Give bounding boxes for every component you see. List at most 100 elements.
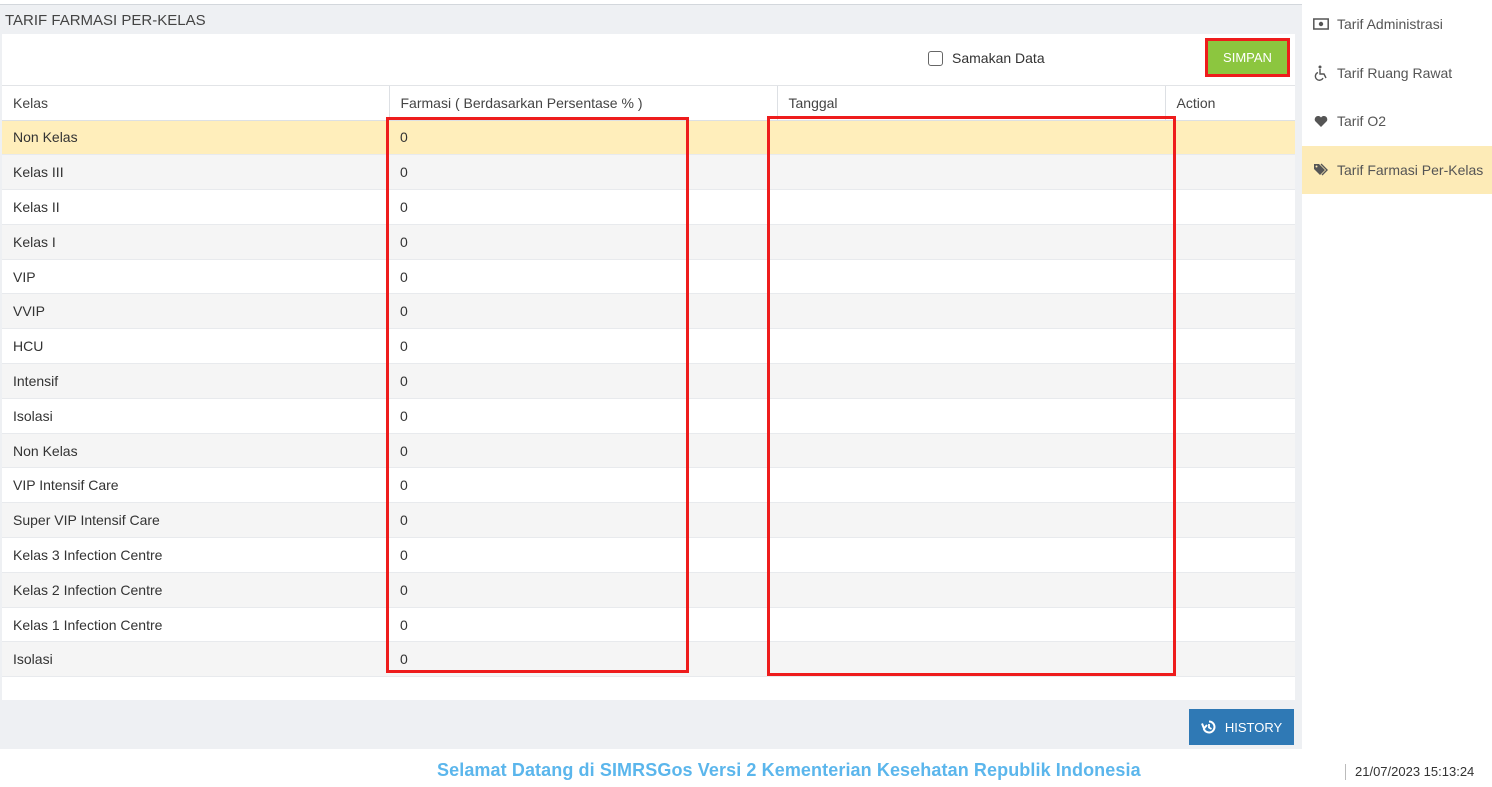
cell-farmasi[interactable]: 0 bbox=[389, 572, 777, 608]
table-row[interactable]: Super VIP Intensif Care 0 bbox=[2, 502, 1295, 539]
save-button[interactable]: SIMPAN bbox=[1205, 38, 1290, 77]
cell-tanggal[interactable] bbox=[777, 328, 1165, 365]
cell-action[interactable] bbox=[1165, 398, 1295, 434]
table-row[interactable]: HCU 0 bbox=[2, 328, 1295, 365]
cell-action[interactable] bbox=[1165, 259, 1295, 295]
cell-action[interactable] bbox=[1165, 502, 1295, 539]
cell-kelas: Kelas II bbox=[2, 189, 389, 225]
cell-kelas: Kelas 1 Infection Centre bbox=[2, 607, 389, 643]
cell-tanggal[interactable] bbox=[777, 467, 1165, 504]
table-row[interactable]: Kelas 2 Infection Centre 0 bbox=[2, 572, 1295, 608]
cell-farmasi[interactable]: 0 bbox=[389, 224, 777, 260]
cell-tanggal[interactable] bbox=[777, 259, 1165, 295]
cell-farmasi[interactable]: 0 bbox=[389, 607, 777, 643]
table-row[interactable]: Kelas II 0 bbox=[2, 189, 1295, 225]
cell-action[interactable] bbox=[1165, 224, 1295, 260]
cell-farmasi[interactable]: 0 bbox=[389, 328, 777, 365]
table-row[interactable]: Intensif 0 bbox=[2, 363, 1295, 399]
column-header-kelas[interactable]: Kelas bbox=[2, 86, 390, 121]
cell-kelas: Isolasi bbox=[2, 641, 389, 678]
cell-tanggal[interactable] bbox=[777, 224, 1165, 260]
cell-tanggal[interactable] bbox=[777, 537, 1165, 573]
cell-farmasi[interactable]: 0 bbox=[389, 363, 777, 399]
sidebar-item-tarif-ruang-rawat[interactable]: Tarif Ruang Rawat bbox=[1302, 49, 1492, 98]
panel-title: TARIF FARMASI PER-KELAS bbox=[0, 4, 1302, 34]
cell-farmasi[interactable]: 0 bbox=[389, 293, 777, 330]
table-body: Non Kelas 0 Kelas III 0 Kelas II 0 Kelas I 0 VIP… bbox=[2, 120, 1295, 678]
cell-tanggal[interactable] bbox=[777, 120, 1165, 156]
cell-farmasi[interactable]: 0 bbox=[389, 433, 777, 469]
cell-action[interactable] bbox=[1165, 641, 1295, 678]
cell-kelas: Super VIP Intensif Care bbox=[2, 502, 389, 539]
cell-tanggal[interactable] bbox=[777, 502, 1165, 539]
column-header-action[interactable]: Action bbox=[1165, 86, 1295, 121]
table-row[interactable]: Non Kelas 0 bbox=[2, 433, 1295, 469]
table-row[interactable]: VIP 0 bbox=[2, 259, 1295, 295]
footer-clock: 21/07/2023 15:13:24 bbox=[1355, 764, 1475, 779]
cell-action[interactable] bbox=[1165, 467, 1295, 504]
cell-action[interactable] bbox=[1165, 433, 1295, 469]
cell-tanggal[interactable] bbox=[777, 293, 1165, 330]
cell-farmasi[interactable]: 0 bbox=[389, 398, 777, 434]
cell-farmasi[interactable]: 0 bbox=[389, 120, 777, 156]
checkbox-box[interactable] bbox=[928, 50, 943, 66]
cell-action[interactable] bbox=[1165, 537, 1295, 573]
cell-action[interactable] bbox=[1165, 363, 1295, 399]
sidebar-item-tarif-administrasi[interactable]: Tarif Administrasi bbox=[1302, 0, 1492, 49]
table-row[interactable]: VVIP 0 bbox=[2, 293, 1295, 330]
table-row[interactable]: Non Kelas 0 bbox=[2, 120, 1295, 156]
cell-farmasi[interactable]: 0 bbox=[389, 467, 777, 504]
toolbar: Samakan Data SIMPAN bbox=[2, 34, 1295, 86]
sidebar-item-label: Tarif Farmasi Per-Kelas bbox=[1337, 161, 1484, 178]
table-row[interactable]: Isolasi 0 bbox=[2, 398, 1295, 434]
column-header-tanggal[interactable]: Tanggal bbox=[777, 86, 1166, 121]
cell-action[interactable] bbox=[1165, 189, 1295, 225]
history-button[interactable]: HISTORY bbox=[1189, 709, 1294, 745]
cell-farmasi[interactable]: 0 bbox=[389, 189, 777, 225]
sidebar-item-tarif-farmasi-per-kelas[interactable]: Tarif Farmasi Per-Kelas bbox=[1302, 145, 1492, 194]
cell-farmasi[interactable]: 0 bbox=[389, 259, 777, 295]
cell-action[interactable] bbox=[1165, 293, 1295, 330]
sidebar: Tarif Administrasi Tarif Ruang Rawat Tar… bbox=[1302, 0, 1492, 194]
cell-kelas: Isolasi bbox=[2, 398, 389, 434]
cell-farmasi[interactable]: 0 bbox=[389, 537, 777, 573]
table-row[interactable]: Kelas 3 Infection Centre 0 bbox=[2, 537, 1295, 573]
table-row[interactable]: Kelas 1 Infection Centre 0 bbox=[2, 607, 1295, 643]
table-row[interactable]: Kelas I0 bbox=[2, 224, 1295, 260]
cell-action[interactable] bbox=[1165, 154, 1295, 191]
cell-tanggal[interactable] bbox=[777, 154, 1165, 191]
samakan-data-checkbox[interactable]: Samakan Data bbox=[928, 50, 1045, 66]
cell-tanggal[interactable] bbox=[777, 398, 1165, 434]
cell-tanggal[interactable] bbox=[777, 607, 1165, 643]
table-row[interactable]: Isolasi 0 bbox=[2, 641, 1295, 678]
table-row[interactable]: Kelas III 0 bbox=[2, 154, 1295, 191]
tarif-farmasi-panel: TARIF FARMASI PER-KELAS Samakan Data SIM… bbox=[0, 4, 1302, 749]
cell-action[interactable] bbox=[1165, 607, 1295, 643]
heart-icon bbox=[1313, 113, 1329, 129]
cell-farmasi[interactable]: 0 bbox=[389, 154, 777, 191]
sidebar-item-label: Tarif Ruang Rawat bbox=[1337, 64, 1453, 81]
footer-welcome-message: Selamat Datang di SIMRSGos Versi 2 Kemen… bbox=[437, 760, 1141, 780]
footer-divider bbox=[1345, 764, 1346, 780]
tarif-table: Kelas Farmasi ( Berdasarkan Persentase %… bbox=[2, 86, 1295, 678]
cell-kelas: VVIP bbox=[2, 293, 389, 330]
sidebar-item-label: Tarif O2 bbox=[1337, 113, 1387, 130]
table-row[interactable]: VIP Intensif Care 0 bbox=[2, 467, 1295, 504]
cell-action[interactable] bbox=[1165, 328, 1295, 365]
money-icon bbox=[1313, 16, 1329, 32]
cell-kelas: Intensif bbox=[2, 363, 389, 399]
column-header-farmasi[interactable]: Farmasi ( Berdasarkan Persentase % ) bbox=[389, 86, 778, 121]
cell-farmasi[interactable]: 0 bbox=[389, 502, 777, 539]
panel-body: Samakan Data SIMPAN Kelas Farmasi ( Berd… bbox=[2, 34, 1295, 700]
cell-tanggal[interactable] bbox=[777, 433, 1165, 469]
cell-tanggal[interactable] bbox=[777, 363, 1165, 399]
cell-tanggal[interactable] bbox=[777, 572, 1165, 608]
cell-kelas: VIP Intensif Care bbox=[2, 467, 389, 504]
sidebar-item-tarif-o2[interactable]: Tarif O2 bbox=[1302, 97, 1492, 146]
cell-tanggal[interactable] bbox=[777, 641, 1165, 678]
app-root: TARIF FARMASI PER-KELAS Samakan Data SIM… bbox=[0, 0, 1492, 787]
cell-action[interactable] bbox=[1165, 572, 1295, 608]
cell-action[interactable] bbox=[1165, 120, 1295, 156]
cell-tanggal[interactable] bbox=[777, 189, 1165, 225]
cell-farmasi[interactable]: 0 bbox=[389, 641, 777, 678]
